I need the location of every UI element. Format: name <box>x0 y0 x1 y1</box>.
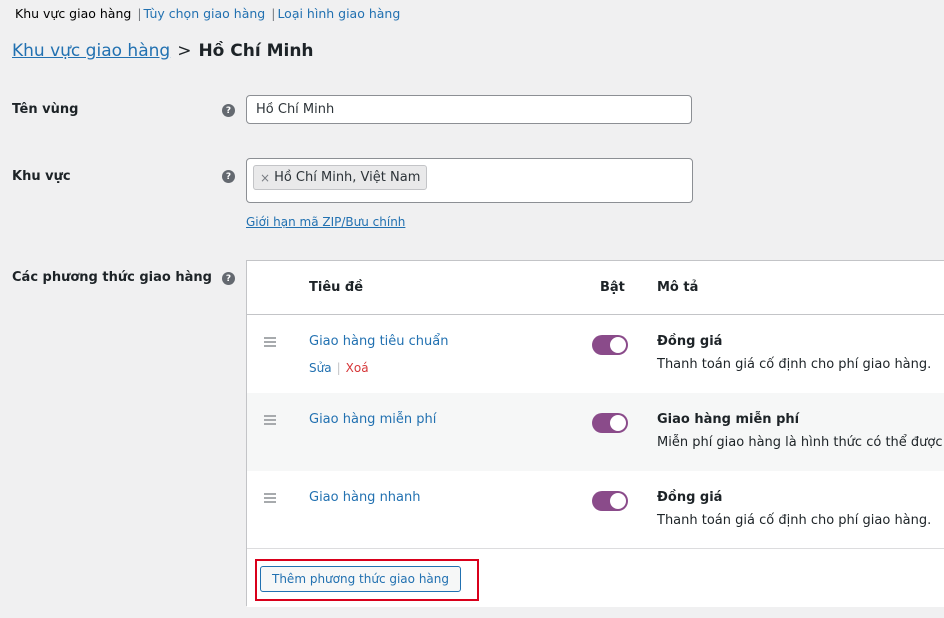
zone-region-label: Khu vực <box>12 169 71 184</box>
toggle-knob <box>610 493 626 509</box>
table-header: Tiêu đề Bật Mô tả <box>247 261 944 315</box>
subnav-link-shipping-options[interactable]: Tùy chọn giao hàng <box>144 6 266 21</box>
breadcrumb-link-shipping-zones[interactable]: Khu vực giao hàng <box>12 41 170 61</box>
shipping-methods-label: Các phương thức giao hàng <box>12 270 212 285</box>
column-header-description: Mô tả <box>657 280 699 295</box>
method-enabled-toggle[interactable] <box>592 491 628 511</box>
subnav-current-zones: Khu vực giao hàng <box>15 6 132 21</box>
drag-handle-icon[interactable] <box>264 415 276 427</box>
method-enabled-toggle[interactable] <box>592 335 628 355</box>
toggle-knob <box>610 337 626 353</box>
subnav-separator: | <box>137 6 142 21</box>
subnav-link-shipping-classes[interactable]: Loại hình giao hàng <box>277 6 400 21</box>
breadcrumb-separator: > <box>177 41 192 61</box>
table-row: Giao hàng nhanh Đồng giá Thanh toán giá … <box>247 471 944 549</box>
delete-method-link[interactable]: Xoá <box>346 361 369 375</box>
method-description-title: Đồng giá <box>657 334 723 349</box>
method-description-title: Giao hàng miễn phí <box>657 412 800 427</box>
region-token: × Hồ Chí Minh, Việt Nam <box>253 165 428 190</box>
zone-name-input[interactable] <box>246 95 692 124</box>
table-row: Giao hàng tiêu chuẩn Sửa | Xoá Đồng giá … <box>247 315 944 393</box>
table-row: Giao hàng miễn phí Giao hàng miễn phí Mi… <box>247 393 944 471</box>
subnav-separator: | <box>271 6 276 21</box>
toggle-knob <box>610 415 626 431</box>
region-token-label: Hồ Chí Minh, Việt Nam <box>274 170 421 185</box>
method-description-text: Thanh toán giá cố định cho phí giao hàng… <box>657 513 932 528</box>
drag-handle-icon[interactable] <box>264 493 276 505</box>
method-description-title: Đồng giá <box>657 490 723 505</box>
question-circle-icon[interactable]: ? <box>222 170 235 183</box>
limit-zip-postcode-link[interactable]: Giới hạn mã ZIP/Bưu chính <box>246 215 405 229</box>
method-description-text: Miễn phí giao hàng là hình thức có thể đ… <box>657 435 944 450</box>
method-enabled-toggle[interactable] <box>592 413 628 433</box>
shipping-method-title[interactable]: Giao hàng tiêu chuẩn <box>309 334 448 349</box>
shipping-method-title[interactable]: Giao hàng nhanh <box>309 490 421 505</box>
row-actions: Sửa | Xoá <box>309 361 369 375</box>
breadcrumb: Khu vực giao hàng > Hồ Chí Minh <box>12 41 314 61</box>
action-divider: | <box>336 361 341 375</box>
zone-region-select[interactable]: × Hồ Chí Minh, Việt Nam <box>246 158 693 203</box>
remove-token-icon[interactable]: × <box>260 171 270 185</box>
question-circle-icon[interactable]: ? <box>222 104 235 117</box>
shipping-methods-table: Tiêu đề Bật Mô tả Giao hàng tiêu chuẩn S… <box>246 260 944 607</box>
method-description-text: Thanh toán giá cố định cho phí giao hàng… <box>657 357 932 372</box>
page-title: Hồ Chí Minh <box>198 41 314 61</box>
shipping-subnav: Khu vực giao hàng | Tùy chọn giao hàng |… <box>15 6 400 21</box>
column-header-enabled: Bật <box>600 280 625 295</box>
add-shipping-method-button[interactable]: Thêm phương thức giao hàng <box>260 566 461 592</box>
edit-method-link[interactable]: Sửa <box>309 361 332 375</box>
drag-handle-icon[interactable] <box>264 337 276 349</box>
table-footer: Thêm phương thức giao hàng <box>247 548 944 607</box>
column-header-title: Tiêu đề <box>309 280 364 295</box>
shipping-method-title[interactable]: Giao hàng miễn phí <box>309 412 436 427</box>
question-circle-icon[interactable]: ? <box>222 272 235 285</box>
zone-name-label: Tên vùng <box>12 102 79 117</box>
